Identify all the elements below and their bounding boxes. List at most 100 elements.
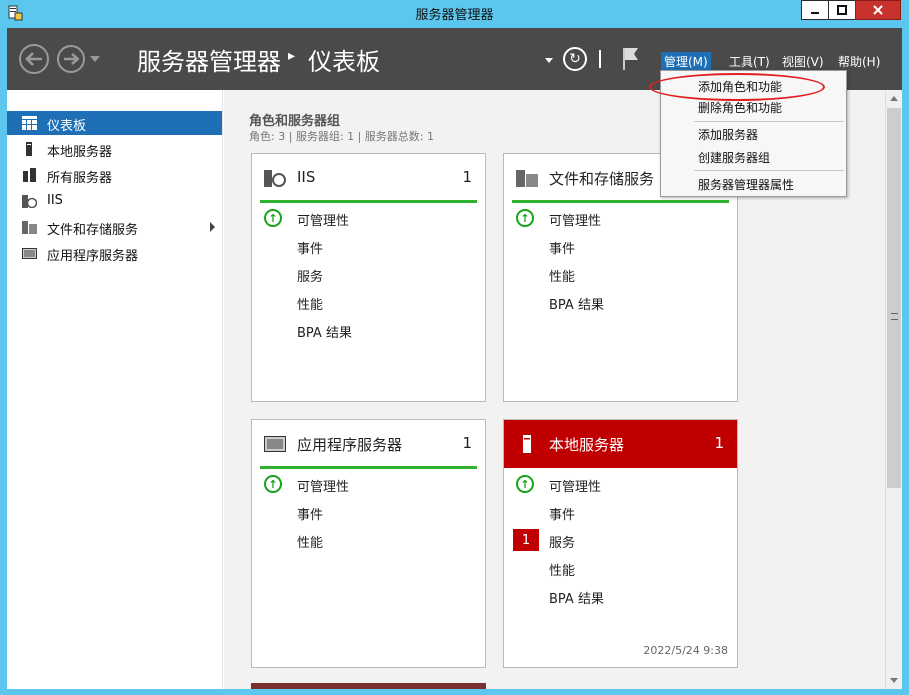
sidebar-item-label: 文件和存储服务 [47, 223, 139, 238]
maximize-button[interactable] [828, 0, 856, 20]
breadcrumb-page: 仪表板 [308, 48, 380, 76]
arrow-up-ok-icon: ↑ [516, 475, 534, 493]
tile-iis[interactable]: IIS 1 ↑ 可管理性 事件 服务 性能 BPA 结果 [251, 153, 486, 402]
servers-icon [23, 168, 36, 182]
menu-help[interactable]: 帮助(H) [835, 52, 883, 71]
tile-header[interactable]: 本地服务器 1 [504, 420, 737, 468]
server-icon [26, 142, 32, 156]
tile-row-performance[interactable]: 性能 [549, 560, 575, 579]
tile-row-performance[interactable]: 性能 [297, 294, 323, 313]
vertical-scrollbar[interactable] [885, 90, 902, 689]
file-storage-icon [22, 221, 37, 234]
header-divider [599, 50, 601, 68]
refresh-icon[interactable]: ↻ [563, 47, 587, 71]
sidebar-item-app-server[interactable]: 应用程序服务器 [7, 241, 222, 265]
sidebar-item-dashboard[interactable]: 仪表板 [7, 111, 222, 135]
sidebar: 仪表板 本地服务器 所有服务器 IIS 文件和存储服务 应用程序服务器 [7, 90, 223, 689]
tile-name: 本地服务器 [549, 436, 625, 454]
tile-row-manageability[interactable]: 可管理性 [549, 476, 601, 495]
sidebar-item-label: 本地服务器 [47, 145, 113, 160]
tile-row-bpa[interactable]: BPA 结果 [549, 588, 604, 607]
menu-item-add-servers[interactable]: 添加服务器 [698, 126, 758, 143]
tile-row-manageability[interactable]: 可管理性 [297, 210, 349, 229]
breadcrumb-app: 服务器管理器 [137, 48, 281, 76]
menu-item-remove-roles[interactable]: 删除角色和功能 [698, 99, 782, 116]
file-storage-icon [516, 170, 538, 187]
menu-manage[interactable]: 管理(M) [661, 52, 711, 71]
forward-button[interactable] [57, 45, 85, 73]
tile-name: 文件和存储服务 [549, 170, 655, 188]
menu-tools[interactable]: 工具(T) [726, 52, 773, 71]
alert-count-badge: 1 [513, 529, 539, 551]
arrow-right-icon [64, 53, 79, 65]
maximize-icon [837, 5, 847, 15]
sidebar-item-label: 仪表板 [47, 119, 87, 134]
tile-count: 1 [462, 168, 472, 186]
tile-timestamp: 2022/5/24 9:38 [643, 644, 728, 657]
status-bar-ok [512, 200, 729, 203]
sidebar-item-label: IIS [47, 193, 63, 208]
header-dropdown-icon[interactable] [545, 58, 553, 63]
tile-row-services[interactable]: 服务 [549, 532, 575, 551]
group-summary: 角色: 3 | 服务器组: 1 | 服务器总数: 1 [249, 130, 435, 143]
next-tile-edge [251, 683, 486, 689]
tile-row-events[interactable]: 事件 [549, 238, 575, 257]
sidebar-item-file-storage[interactable]: 文件和存储服务 [7, 215, 222, 239]
app-window: 服务器管理器 ▸ 仪表板 ↻ 管理(M) 工具(T) 视图(V) 帮助(H) 仪… [7, 28, 902, 689]
server-icon [523, 435, 531, 453]
status-bar-ok [260, 200, 477, 203]
tile-row-manageability[interactable]: 可管理性 [297, 476, 349, 495]
status-bar-ok [260, 466, 477, 469]
tile-row-events[interactable]: 事件 [549, 504, 575, 523]
tile-row-performance[interactable]: 性能 [297, 532, 323, 551]
minimize-button[interactable] [801, 0, 829, 20]
sidebar-item-label: 所有服务器 [47, 171, 113, 186]
scrollbar-thumb[interactable] [887, 108, 901, 488]
sidebar-item-local-server[interactable]: 本地服务器 [7, 137, 222, 161]
tile-row-bpa[interactable]: BPA 结果 [297, 322, 352, 341]
menu-view[interactable]: 视图(V) [779, 52, 827, 71]
annotation-highlight-ellipse [649, 73, 825, 101]
app-server-icon [22, 248, 37, 259]
iis-icon [264, 170, 286, 187]
minimize-icon [811, 12, 819, 14]
tile-app-server[interactable]: 应用程序服务器 1 ↑ 可管理性 事件 性能 [251, 419, 486, 668]
back-button[interactable] [19, 44, 49, 74]
tile-row-events[interactable]: 事件 [297, 238, 323, 257]
iis-icon [22, 195, 37, 208]
arrow-up-ok-icon: ↑ [264, 209, 282, 227]
tile-row-bpa[interactable]: BPA 结果 [549, 294, 604, 313]
arrow-up-ok-icon: ↑ [516, 209, 534, 227]
app-server-icon [264, 436, 286, 452]
menu-separator [694, 121, 844, 122]
tile-row-performance[interactable]: 性能 [549, 266, 575, 285]
grip-icon [891, 313, 898, 320]
scroll-down-icon[interactable] [890, 678, 898, 683]
sidebar-item-label: 应用程序服务器 [47, 249, 139, 264]
tile-header[interactable]: IIS 1 [252, 154, 485, 202]
window-title: 服务器管理器 [415, 8, 494, 23]
sidebar-item-iis[interactable]: IIS [7, 189, 222, 213]
menu-item-properties[interactable]: 服务器管理器属性 [698, 176, 794, 193]
menu-item-create-server-group[interactable]: 创建服务器组 [698, 149, 770, 166]
tile-row-manageability[interactable]: 可管理性 [549, 210, 601, 229]
menu-separator [694, 170, 844, 171]
history-dropdown-icon[interactable] [90, 56, 100, 62]
close-button[interactable] [855, 0, 901, 20]
tile-local-server[interactable]: 本地服务器 1 ↑ 可管理性 事件 1 服务 性能 BPA 结果 2022/5/… [503, 419, 738, 668]
tile-row-services[interactable]: 服务 [297, 266, 323, 285]
title-bar: 服务器管理器 [0, 0, 909, 28]
expand-arrow-icon[interactable] [210, 222, 215, 232]
tile-count: 1 [462, 434, 472, 452]
scroll-up-icon[interactable] [890, 96, 898, 101]
tile-name: IIS [297, 168, 316, 186]
arrow-up-ok-icon: ↑ [264, 475, 282, 493]
dashboard-icon [22, 116, 37, 130]
tile-row-events[interactable]: 事件 [297, 504, 323, 523]
sidebar-item-all-servers[interactable]: 所有服务器 [7, 163, 222, 187]
arrow-left-icon [25, 52, 42, 66]
breadcrumb-separator-icon: ▸ [288, 48, 296, 64]
tile-header[interactable]: 应用程序服务器 1 [252, 420, 485, 468]
close-icon [873, 5, 883, 15]
notifications-flag-icon[interactable] [620, 46, 640, 72]
